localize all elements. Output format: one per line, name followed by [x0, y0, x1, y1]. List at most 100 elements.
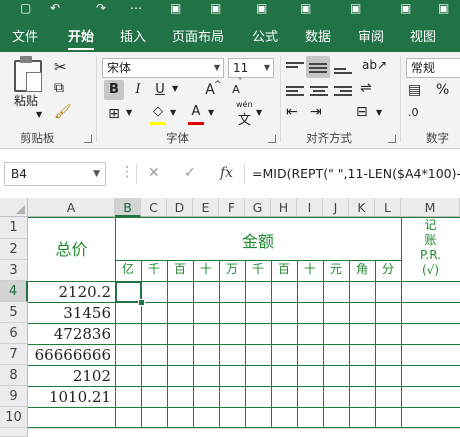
row-header-8[interactable]: 8: [0, 365, 28, 386]
column-header-l[interactable]: L: [375, 198, 401, 217]
decimal-icon[interactable]: .0: [408, 106, 419, 119]
column-header-k[interactable]: K: [349, 198, 375, 217]
paste-label[interactable]: 粘贴: [14, 92, 38, 109]
fill-handle[interactable]: [138, 299, 145, 306]
column-header-i[interactable]: I: [297, 198, 323, 217]
tab-home[interactable]: 开始: [68, 26, 94, 45]
tab-insert[interactable]: 插入: [120, 26, 146, 45]
fill-color-icon[interactable]: ◇: [148, 102, 168, 122]
quick-access-icon[interactable]: ⋯: [130, 1, 142, 15]
options-icon[interactable]: ⋮: [120, 164, 134, 180]
align-middle-icon[interactable]: [309, 61, 327, 75]
column-header-m[interactable]: M: [401, 198, 460, 217]
quick-access-icon-6[interactable]: ▣: [350, 1, 361, 15]
clipboard-launcher-icon[interactable]: [84, 135, 92, 143]
bold-button[interactable]: B: [104, 80, 124, 100]
paste-dropdown-icon[interactable]: ▼: [36, 110, 42, 119]
fill-dropdown-icon[interactable]: ▼: [170, 108, 176, 117]
unit-label: 百: [277, 262, 290, 276]
phonetic-char[interactable]: 文: [238, 109, 251, 128]
underline-dropdown-icon[interactable]: ▼: [172, 84, 178, 93]
row-header-9[interactable]: 9: [0, 386, 28, 407]
font-size-select[interactable]: 11 ▼: [228, 58, 274, 78]
tab-data[interactable]: 数据: [305, 26, 331, 45]
font-color-button[interactable]: A: [186, 102, 206, 122]
wrap-text-icon[interactable]: ⇌: [360, 80, 372, 96]
amount-cell[interactable]: 472836: [28, 325, 111, 343]
column-header-f[interactable]: F: [219, 198, 245, 217]
phonetic-pinyin[interactable]: wén: [236, 100, 253, 109]
font-name-select[interactable]: 宋体 ▼: [102, 58, 224, 78]
amount-cell[interactable]: 2102: [28, 367, 111, 385]
quick-access-icon-5[interactable]: ▣: [300, 1, 311, 15]
select-all-corner[interactable]: [0, 198, 28, 217]
confirm-icon[interactable]: ✓: [184, 165, 196, 181]
row-header-3[interactable]: 3: [0, 260, 28, 281]
number-format-select[interactable]: 常规: [406, 58, 460, 78]
row-header-4[interactable]: 4: [0, 281, 28, 302]
row-header-1[interactable]: 1: [0, 217, 28, 239]
shrink-arrow-icon: ˇ: [238, 78, 243, 88]
row-header-10[interactable]: 10: [0, 407, 28, 428]
percent-icon[interactable]: %: [436, 82, 449, 98]
column-header-h[interactable]: H: [271, 198, 297, 217]
tab-file[interactable]: 文件: [12, 26, 38, 45]
quick-access-icon-8[interactable]: ▣: [438, 1, 449, 15]
row-header-6[interactable]: 6: [0, 323, 28, 344]
align-center-icon[interactable]: [310, 84, 328, 98]
decrease-indent-icon[interactable]: ⇤: [286, 104, 298, 120]
align-right-icon[interactable]: [334, 84, 352, 98]
formula-input[interactable]: =MID(REPT(" ",11-LEN($A4*100)-: [252, 162, 460, 186]
tab-formulas[interactable]: 公式: [252, 26, 278, 45]
quick-access-icon-2[interactable]: ▣: [170, 1, 181, 15]
quick-access-icon-3[interactable]: ▣: [210, 1, 221, 15]
italic-button[interactable]: I: [128, 80, 148, 100]
tab-view[interactable]: 视图: [410, 26, 436, 45]
font-launcher-icon[interactable]: [268, 135, 276, 143]
quick-access-icon-4[interactable]: ▣: [256, 1, 267, 15]
column-header-b[interactable]: B: [115, 198, 141, 217]
borders-dropdown-icon[interactable]: ▼: [126, 108, 132, 117]
align-bottom-icon[interactable]: [334, 62, 352, 76]
cancel-icon[interactable]: ✕: [148, 165, 160, 181]
amount-cell[interactable]: 31456: [28, 304, 111, 322]
column-header-e[interactable]: E: [193, 198, 219, 217]
increase-indent-icon[interactable]: ⇥: [310, 104, 322, 120]
currency-icon[interactable]: ▤: [408, 82, 421, 98]
underline-button[interactable]: U: [150, 80, 170, 100]
copy-icon[interactable]: ⧉: [54, 80, 64, 96]
insert-function-icon[interactable]: fx: [220, 165, 233, 181]
merge-center-icon[interactable]: ⊟: [356, 104, 368, 120]
alignment-launcher-icon[interactable]: [388, 135, 396, 143]
quick-access-icon-7[interactable]: ▣: [400, 1, 411, 15]
align-top-icon[interactable]: [286, 60, 304, 74]
column-header-d[interactable]: D: [167, 198, 193, 217]
tab-review[interactable]: 审阅: [358, 26, 384, 45]
tab-page-layout[interactable]: 页面布局: [172, 26, 224, 45]
amount-cell[interactable]: 2120.2: [28, 283, 112, 301]
merge-dropdown-icon[interactable]: ▼: [376, 108, 382, 117]
align-left-icon[interactable]: [286, 84, 304, 98]
unit-label: 千: [147, 262, 160, 276]
row-header-7[interactable]: 7: [0, 344, 28, 365]
row-header-2[interactable]: 2: [0, 239, 28, 260]
column-header-c[interactable]: C: [141, 198, 167, 217]
column-header-j[interactable]: J: [323, 198, 349, 217]
row-header-11[interactable]: [0, 428, 28, 437]
row-header-5[interactable]: 5: [0, 302, 28, 323]
cut-icon[interactable]: ✂: [54, 58, 67, 76]
amount-cell[interactable]: 66666666: [28, 346, 111, 364]
save-icon[interactable]: ▢: [20, 1, 31, 15]
name-box[interactable]: B4 ▼: [4, 162, 106, 186]
column-header-a[interactable]: A: [28, 198, 115, 217]
borders-icon[interactable]: ⊞: [104, 104, 124, 124]
column-header-g[interactable]: G: [245, 198, 271, 217]
orientation-icon[interactable]: ab↗: [362, 58, 387, 72]
shrink-font-button[interactable]: A: [226, 80, 246, 100]
phonetic-dropdown-icon[interactable]: ▼: [256, 108, 262, 117]
amount-cell[interactable]: 1010.21: [28, 388, 111, 406]
format-painter-icon[interactable]: 🖌: [54, 104, 72, 120]
undo-icon[interactable]: ↶: [50, 1, 60, 15]
font-color-dropdown-icon[interactable]: ▼: [208, 108, 214, 117]
redo-icon[interactable]: ↷: [96, 1, 106, 15]
